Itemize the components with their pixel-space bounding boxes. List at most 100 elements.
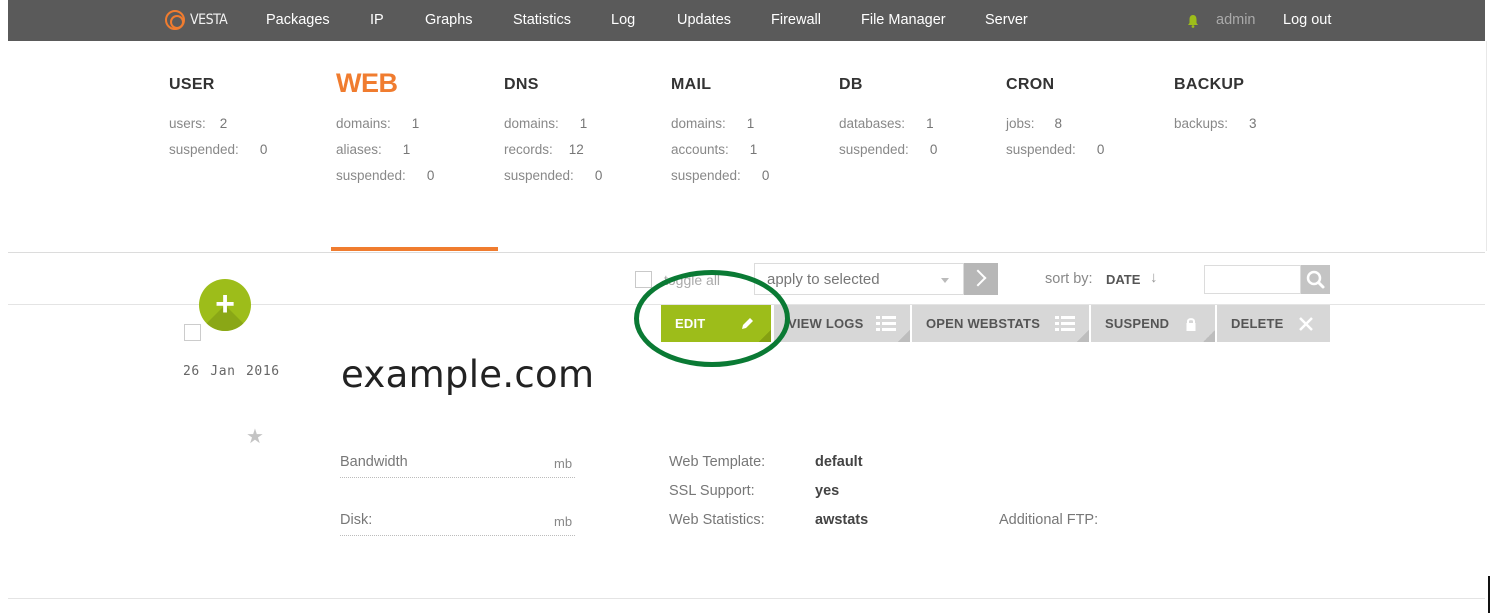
delete-label: DELETE (1231, 316, 1284, 331)
stat-value: 8 (1054, 116, 1063, 131)
corner-fold (898, 330, 910, 342)
stat-key: suspended: (839, 142, 909, 157)
stat-key: domains: (504, 116, 559, 131)
sort-by-value[interactable]: DATE (1106, 272, 1140, 287)
bell-icon[interactable] (1187, 14, 1199, 28)
lock-icon (1186, 318, 1196, 331)
row-checkbox[interactable] (184, 324, 201, 341)
corner-fold (1203, 330, 1215, 342)
add-web-domain-button[interactable]: + (199, 279, 251, 331)
additional-ftp-label: Additional FTP: (999, 512, 1099, 528)
logout-link[interactable]: Log out (1283, 12, 1331, 28)
suspend-button[interactable]: SUSPEND (1091, 305, 1215, 342)
web-template-value: default (815, 454, 863, 470)
nav-statistics[interactable]: Statistics (513, 12, 571, 28)
web-template-label: Web Template: (669, 454, 766, 470)
stat-key: domains: (671, 116, 726, 131)
disk-label: Disk: (340, 512, 373, 528)
highlight-annotation-ring (634, 270, 790, 367)
stat-value: 0 (426, 168, 435, 183)
stat-key: users: (169, 116, 206, 131)
ssl-support-label: SSL Support: (669, 483, 755, 499)
stat-web[interactable]: WEB domains: 1 aliases: 1 suspended: 0 (336, 68, 434, 183)
view-logs-label: VIEW LOGS (788, 316, 864, 331)
close-icon (1299, 317, 1313, 331)
nav-file-manager[interactable]: File Manager (861, 12, 946, 28)
search-button[interactable] (1301, 265, 1330, 294)
stat-cron[interactable]: CRON jobs: 8 suspended: 0 (1006, 76, 1104, 157)
stat-key: suspended: (1006, 142, 1076, 157)
ssl-support-value: yes (815, 483, 840, 499)
row-date: 26 Jan 2016 (183, 364, 280, 379)
apply-to-selected-dropdown[interactable]: apply to selected (754, 263, 964, 295)
stat-key: suspended: (336, 168, 406, 183)
search-input[interactable] (1204, 265, 1301, 294)
stat-key: databases: (839, 116, 906, 131)
nav-ip[interactable]: IP (370, 12, 384, 28)
domain-name: example.com (341, 353, 595, 396)
text-cursor (1488, 576, 1490, 613)
stat-title-dns: DNS (504, 76, 539, 93)
stat-value: 0 (259, 142, 268, 157)
top-navigation: VESTA Packages IP Graphs Statistics Log … (8, 0, 1485, 41)
stat-dns[interactable]: DNS domains: 1 records: 12 suspended: 0 (504, 76, 602, 183)
caret-down-icon (941, 278, 949, 283)
stat-value: 1 (746, 116, 755, 131)
stat-title-db: DB (839, 76, 863, 93)
logo-text: VESTA (190, 12, 228, 28)
stat-key: domains: (336, 116, 391, 131)
view-logs-button[interactable]: VIEW LOGS (774, 305, 910, 342)
star-icon[interactable]: ★ (246, 424, 264, 449)
stat-user[interactable]: USER users: 2 suspended: 0 (169, 76, 267, 157)
sort-direction-icon[interactable]: ↓ (1150, 269, 1158, 286)
nav-updates[interactable]: Updates (677, 12, 731, 28)
apply-button[interactable] (964, 263, 998, 295)
web-statistics-label: Web Statistics: (669, 512, 765, 528)
stat-value: 0 (1096, 142, 1105, 157)
stat-title-backup: BACKUP (1174, 76, 1245, 93)
disk-bar (340, 535, 575, 536)
stat-mail[interactable]: MAIL domains: 1 accounts: 1 suspended: 0 (671, 76, 769, 183)
stat-key: suspended: (671, 168, 741, 183)
stat-value: 3 (1249, 116, 1257, 131)
plus-icon: + (215, 285, 235, 323)
stat-key: suspended: (504, 168, 574, 183)
stat-value: 0 (594, 168, 603, 183)
stat-key: accounts: (671, 142, 729, 157)
vesta-logo[interactable]: VESTA (165, 9, 228, 31)
stat-value: 1 (749, 142, 758, 157)
open-webstats-button[interactable]: OPEN WEBSTATS (912, 305, 1089, 342)
nav-packages[interactable]: Packages (266, 12, 330, 28)
corner-fold (1077, 330, 1089, 342)
bandwidth-bar (340, 477, 575, 478)
stat-value: 1 (579, 116, 588, 131)
nav-server[interactable]: Server (985, 12, 1028, 28)
stat-title-mail: MAIL (671, 76, 712, 93)
page-border (1486, 41, 1487, 251)
suspend-label: SUSPEND (1105, 316, 1170, 331)
stat-title-web: WEB (336, 68, 398, 98)
toggle-all-checkbox[interactable] (635, 271, 652, 288)
delete-button[interactable]: DELETE (1217, 305, 1330, 342)
stat-backup[interactable]: BACKUP backups: 3 (1174, 76, 1257, 131)
stat-value: 12 (568, 142, 584, 157)
web-statistics-value: awstats (815, 512, 869, 528)
stat-value: 1 (411, 116, 420, 131)
nav-graphs[interactable]: Graphs (425, 12, 473, 28)
nav-log[interactable]: Log (611, 12, 635, 28)
search-icon (1306, 270, 1325, 289)
stat-key: backups: (1174, 116, 1229, 131)
nav-firewall[interactable]: Firewall (771, 12, 821, 28)
stat-key: suspended: (169, 142, 239, 157)
user-menu[interactable]: admin (1216, 12, 1256, 28)
open-webstats-label: OPEN WEBSTATS (926, 316, 1041, 331)
apply-to-selected-value: apply to selected (767, 271, 880, 288)
stat-value: 0 (929, 142, 938, 157)
stat-db[interactable]: DB databases: 1 suspended: 0 (839, 76, 937, 157)
divider (8, 252, 1485, 253)
stat-key: jobs: (1006, 116, 1035, 131)
sort-by-label: sort by: (1045, 271, 1093, 287)
stat-key: records: (504, 142, 553, 157)
stat-key: aliases: (336, 142, 382, 157)
list-icon (876, 315, 896, 333)
